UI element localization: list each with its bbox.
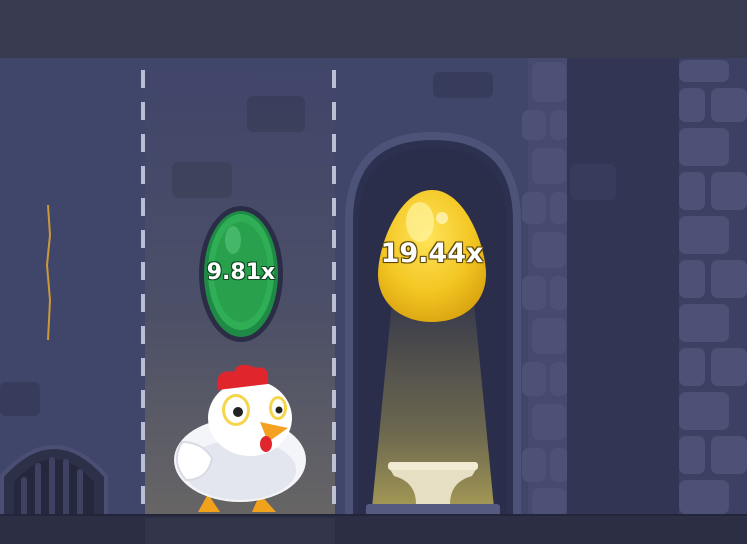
pedestal (366, 462, 500, 516)
brick-column (679, 58, 747, 516)
wall-brick (0, 382, 40, 416)
chicken-icon[interactable] (168, 362, 316, 518)
wall-brick (570, 164, 616, 200)
floor (0, 516, 747, 544)
wall-brick (433, 72, 493, 98)
game-scene: 19.44x 9.81x (0, 0, 747, 544)
sewer-grate-icon (0, 445, 108, 518)
ceiling (0, 0, 747, 58)
wall-crack (45, 205, 52, 340)
next-multiplier-label: 19.44x (380, 238, 484, 269)
floor-lane-segment (145, 518, 335, 544)
current-multiplier-label: 9.81x (206, 260, 276, 285)
wall-shadow-band (567, 58, 679, 516)
brick-column (522, 58, 568, 516)
lane-divider (141, 70, 145, 510)
lane-divider (332, 70, 336, 510)
